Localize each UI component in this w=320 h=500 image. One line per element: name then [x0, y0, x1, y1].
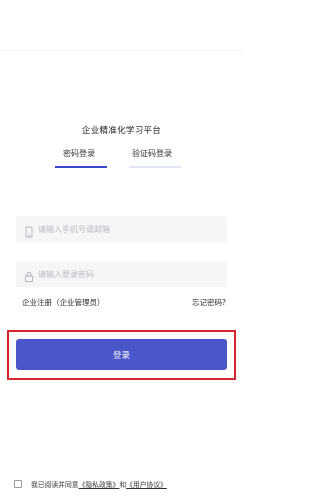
- login-page: 企业精准化学习平台 密码登录 验证码登录 企业注册（企业管理员） 忘记密码? 登…: [0, 0, 243, 500]
- enterprise-register-link[interactable]: 企业注册（企业管理员）: [22, 297, 105, 308]
- app-title: 企业精准化学习平台: [81, 126, 162, 136]
- agreement-prefix: 我已阅读并同意: [31, 481, 79, 489]
- active-tab-indicator: [55, 166, 107, 168]
- inactive-tab-indicator: [129, 166, 181, 168]
- password-field: [16, 261, 227, 287]
- login-tabs: 密码登录 验证码登录: [55, 145, 195, 171]
- phone-email-input[interactable]: [38, 216, 218, 242]
- forgot-password-link[interactable]: 忘记密码?: [192, 297, 226, 308]
- phone-icon: [23, 223, 35, 238]
- tab-code-login[interactable]: 验证码登录: [132, 148, 172, 159]
- password-input[interactable]: [38, 261, 218, 287]
- agreement-row: 我已阅读并同意《隐私政策》和《用户协议》: [14, 478, 239, 492]
- agreement-checkbox[interactable]: [14, 480, 22, 488]
- privacy-policy-link[interactable]: 《隐私政策》: [79, 481, 120, 489]
- user-agreement-link[interactable]: 《用户协议》: [126, 481, 167, 489]
- tab-password-login[interactable]: 密码登录: [63, 148, 95, 159]
- lock-icon: [23, 268, 35, 282]
- status-area: [0, 0, 243, 51]
- login-button[interactable]: 登录: [16, 339, 227, 370]
- phone-email-field: [16, 216, 227, 242]
- agreement-text: 我已阅读并同意《隐私政策》和《用户协议》: [31, 479, 167, 489]
